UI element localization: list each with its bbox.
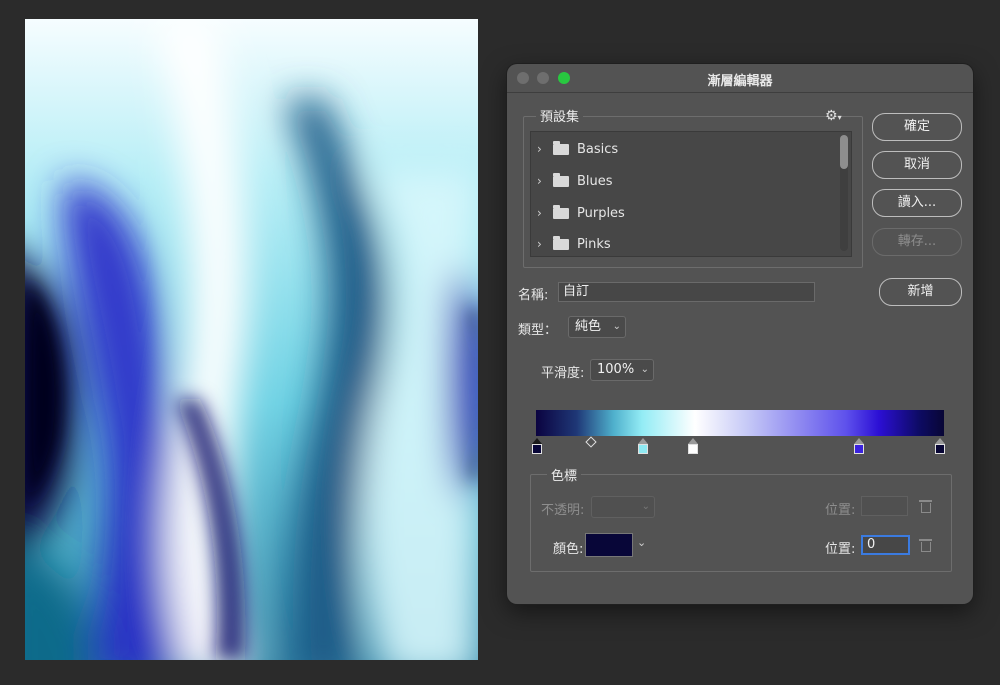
color-location-label: 位置: [825,542,856,557]
gradient-editor-dialog: 漸層編輯器 預設集 ⚙▾ › Basics › Blues › Purples … [507,64,973,604]
color-stop-swatch [854,444,864,454]
trash-lid [919,539,932,541]
trash-body [921,503,931,513]
color-stop[interactable] [688,438,698,454]
preset-folder-pinks[interactable]: › Pinks [537,234,611,254]
gradient-artwork [25,19,478,660]
ok-button[interactable]: 確定 [872,113,962,141]
color-swatch[interactable] [585,533,633,557]
color-stop[interactable] [935,438,945,454]
load-button[interactable]: 讀入... [872,189,962,217]
gradient-preview-bar[interactable] [536,410,944,436]
name-label: 名稱: [518,288,549,303]
color-stop[interactable] [854,438,864,454]
opacity-location-label: 位置: [825,503,856,518]
preset-folder-label: Basics [577,141,619,157]
color-stop[interactable] [638,438,648,454]
trash-body [921,542,931,552]
export-button[interactable]: 轉存... [872,228,962,256]
chevron-right-icon[interactable]: › [537,174,549,188]
chevron-down-icon[interactable]: ⌄ [637,536,646,549]
folder-icon [553,172,569,187]
preset-folder-label: Blues [577,173,613,189]
delete-color-stop-icon[interactable] [919,539,932,552]
new-button[interactable]: 新增 [879,278,962,306]
opacity-location-input [861,496,908,516]
folder-icon [553,140,569,155]
chevron-down-icon: ⌄ [612,321,621,332]
name-input[interactable]: 自訂 [558,282,815,302]
preset-folder-blues[interactable]: › Blues [537,171,613,191]
dialog-title: 漸層編輯器 [707,74,773,89]
chevron-down-icon: ⌄ [640,364,649,375]
artwork-canvas [25,19,478,660]
scrollbar-thumb[interactable] [840,135,848,169]
type-label: 類型： [518,323,558,338]
color-stop-swatch [532,444,542,454]
stops-group [530,474,952,572]
smoothness-select[interactable]: 100% ⌄ [590,359,654,381]
preset-folder-label: Pinks [577,236,611,252]
folder-icon [553,204,569,219]
color-stop-swatch [688,444,698,454]
trash-lid [919,500,932,502]
type-select[interactable]: 純色 ⌄ [568,316,626,338]
delete-opacity-stop-icon [919,500,932,513]
color-stop-swatch [638,444,648,454]
chevron-right-icon[interactable]: › [537,237,549,251]
gear-icon[interactable]: ⚙▾ [825,108,842,124]
color-stop-selected[interactable] [532,438,542,454]
title-bar[interactable]: 漸層編輯器 [507,64,973,93]
presets-legend: 預設集 [536,106,584,125]
presets-scrollbar[interactable] [840,135,848,251]
smoothness-value: 100% [597,362,635,377]
color-label: 顏色: [553,542,584,557]
presets-list[interactable]: › Basics › Blues › Purples › Pinks [530,131,852,257]
cancel-button[interactable]: 取消 [872,151,962,179]
opacity-select: ⌄ [591,496,655,518]
color-location-input[interactable]: 0 [861,535,910,555]
preset-folder-label: Purples [577,205,625,221]
chevron-right-icon[interactable]: › [537,206,549,220]
preset-folder-purples[interactable]: › Purples [537,203,625,223]
preset-folder-basics[interactable]: › Basics [537,139,618,159]
folder-icon [553,235,569,250]
smoothness-label: 平滑度: [541,366,585,381]
chevron-down-icon: ⌄ [641,501,650,512]
opacity-label: 不透明: [541,503,585,518]
color-midpoint-diamond[interactable] [585,436,597,448]
type-select-value: 純色 [575,319,602,334]
stops-legend: 色標 [547,465,582,484]
chevron-right-icon[interactable]: › [537,142,549,156]
color-stop-swatch [935,444,945,454]
